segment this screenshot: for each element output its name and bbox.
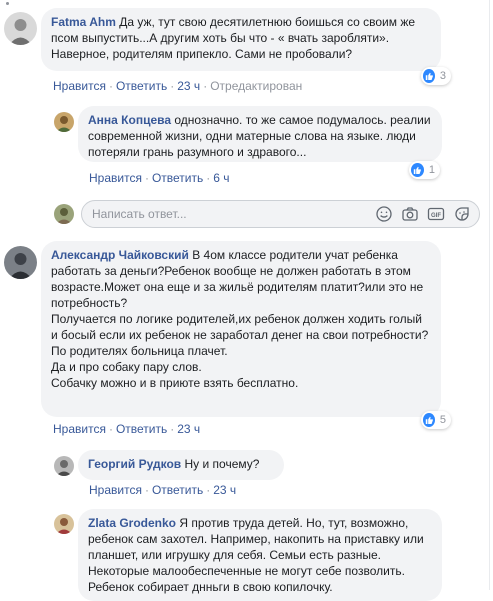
comment-text: Ну и почему?	[184, 457, 260, 471]
comment-text-line: Получается по логике родителей,их ребено…	[51, 312, 429, 342]
avatar[interactable]	[54, 112, 74, 132]
comment-actions: Нравится · Ответить · 23 ч	[89, 482, 236, 498]
comment-text-line: Да и про собаку пару слов.	[51, 360, 202, 374]
reaction-count[interactable]: 1	[409, 161, 440, 179]
reply-bubble: Георгий Рудков Ну и почему?	[78, 450, 284, 480]
separator: ·	[203, 79, 208, 93]
reply-input-placeholder: Написать ответ...	[92, 207, 187, 221]
reaction-count-value: 1	[428, 164, 435, 176]
reply-link[interactable]: Ответить	[116, 422, 167, 436]
reply-bubble: Анна Копцева однозначно. то же самое под…	[78, 106, 442, 162]
avatar[interactable]	[4, 12, 37, 45]
reply-link[interactable]: Ответить	[152, 483, 203, 497]
comment-author[interactable]: Zlata Grodenko	[88, 516, 176, 530]
reaction-count-value: 5	[439, 414, 446, 426]
svg-text:GIF: GIF	[431, 213, 441, 219]
avatar[interactable]	[54, 456, 74, 476]
current-user-avatar[interactable]	[54, 204, 74, 224]
gif-icon[interactable]: GIF	[427, 205, 445, 223]
comment-author[interactable]: Анна Копцева	[88, 113, 171, 127]
reaction-count-value: 3	[439, 70, 446, 82]
comment-author[interactable]: Fatma Ahm	[51, 15, 116, 29]
timestamp[interactable]: 23 ч	[177, 79, 200, 93]
avatar[interactable]	[4, 246, 37, 279]
reply-input[interactable]: Написать ответ... GIF	[81, 200, 480, 228]
like-reaction-icon	[423, 69, 435, 83]
separator: ·	[206, 483, 211, 497]
comment-text-line: Собачку можно и в приюте взять бесплатно…	[51, 376, 299, 390]
edited-label[interactable]: Отредактирован	[210, 79, 302, 93]
reply-link[interactable]: Ответить	[152, 171, 203, 185]
right-border-line	[489, 0, 490, 590]
camera-icon[interactable]	[401, 205, 419, 223]
separator: ·	[108, 422, 113, 436]
timestamp[interactable]: 23 ч	[177, 422, 200, 436]
like-reaction-icon	[411, 163, 424, 177]
top-separator-dot	[6, 2, 9, 5]
comment-actions: Нравится · Ответить · 6 ч	[89, 170, 230, 186]
separator: ·	[144, 483, 149, 497]
timestamp[interactable]: 6 ч	[213, 171, 229, 185]
input-icons: GIF	[375, 205, 471, 223]
like-reaction-icon	[423, 413, 435, 427]
separator: ·	[170, 422, 175, 436]
comment-actions: Нравится · Ответить · 23 ч · Отредактирован	[53, 78, 302, 94]
reaction-count[interactable]: 5	[421, 411, 451, 429]
comment-bubble: Fatma Ahm Да уж, тут свою десятилетнюю б…	[41, 8, 441, 71]
reply-link[interactable]: Ответить	[116, 79, 167, 93]
separator: ·	[170, 79, 175, 93]
separator: ·	[144, 171, 149, 185]
reply-bubble: Zlata Grodenko Я против труда детей. Но,…	[78, 509, 442, 601]
comment-text-line: По родителях больница плачет.	[51, 344, 228, 358]
separator: ·	[206, 171, 211, 185]
timestamp[interactable]: 23 ч	[213, 483, 236, 497]
like-link[interactable]: Нравится	[89, 483, 142, 497]
comment-author[interactable]: Александр Чайковский	[51, 248, 189, 262]
comment-actions: Нравится · Ответить · 23 ч	[53, 421, 200, 437]
reaction-count[interactable]: 3	[421, 67, 451, 85]
separator: ·	[108, 79, 113, 93]
comment-author[interactable]: Георгий Рудков	[88, 457, 181, 471]
avatar[interactable]	[54, 514, 74, 534]
comment-bubble: Александр Чайковский В 4ом классе родите…	[41, 241, 441, 417]
like-link[interactable]: Нравится	[89, 171, 142, 185]
sticker-icon[interactable]	[453, 205, 471, 223]
like-link[interactable]: Нравится	[53, 79, 106, 93]
like-link[interactable]: Нравится	[53, 422, 106, 436]
emoji-icon[interactable]	[375, 205, 393, 223]
